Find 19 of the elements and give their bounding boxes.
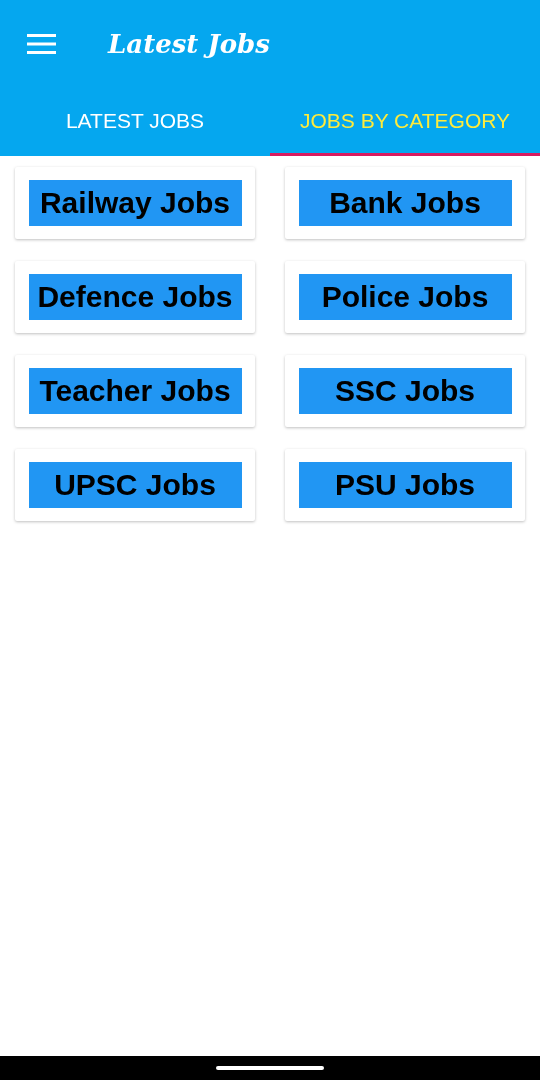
gesture-handle[interactable] — [216, 1066, 324, 1070]
menu-icon[interactable] — [27, 34, 56, 54]
category-card[interactable]: Teacher Jobs — [15, 355, 255, 427]
category-card[interactable]: Police Jobs — [285, 261, 525, 333]
category-label: PSU Jobs — [298, 462, 512, 508]
category-label: Railway Jobs — [28, 180, 242, 226]
category-card[interactable]: Railway Jobs — [15, 167, 255, 239]
category-card[interactable]: PSU Jobs — [285, 449, 525, 521]
category-card[interactable]: UPSC Jobs — [15, 449, 255, 521]
app-title: Latest Jobs — [108, 29, 270, 59]
category-label: UPSC Jobs — [28, 462, 242, 508]
category-card[interactable]: Bank Jobs — [285, 167, 525, 239]
category-label: Defence Jobs — [28, 274, 242, 320]
category-card[interactable]: Defence Jobs — [15, 261, 255, 333]
category-label: SSC Jobs — [298, 368, 512, 414]
category-label: Police Jobs — [298, 274, 512, 320]
category-card[interactable]: SSC Jobs — [285, 355, 525, 427]
category-label: Teacher Jobs — [28, 368, 242, 414]
category-label: Bank Jobs — [298, 180, 512, 226]
